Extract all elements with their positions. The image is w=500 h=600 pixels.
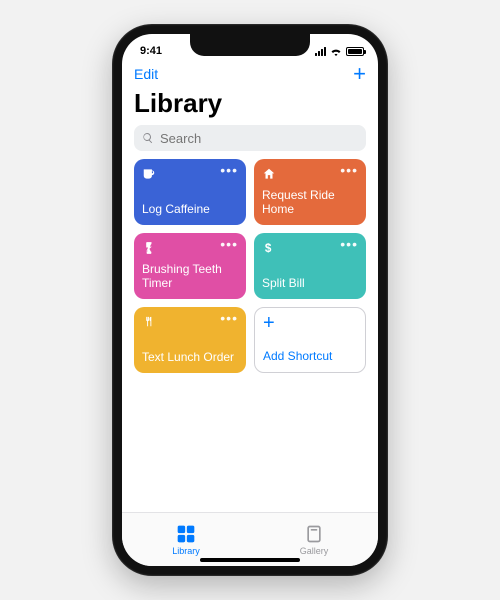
tile-label: Text Lunch Order bbox=[142, 351, 238, 365]
add-button[interactable]: + bbox=[353, 65, 366, 83]
tile-label: Split Bill bbox=[262, 277, 358, 291]
tab-gallery-label: Gallery bbox=[300, 546, 329, 556]
more-icon[interactable]: ••• bbox=[340, 241, 358, 247]
search-field[interactable] bbox=[134, 125, 366, 151]
more-icon[interactable]: ••• bbox=[220, 167, 238, 173]
cup-icon bbox=[142, 167, 156, 181]
nav-bar: Edit + bbox=[122, 62, 378, 86]
more-icon[interactable]: ••• bbox=[220, 241, 238, 247]
home-icon bbox=[262, 167, 276, 181]
plus-icon: + bbox=[263, 316, 275, 330]
shortcut-tile[interactable]: ••• Log Caffeine bbox=[134, 159, 246, 225]
shortcut-tile[interactable]: ••• Text Lunch Order bbox=[134, 307, 246, 373]
tile-label: Brushing Teeth Timer bbox=[142, 263, 238, 291]
timer-icon bbox=[142, 241, 156, 255]
library-tab-icon bbox=[176, 524, 196, 544]
page-title: Library bbox=[122, 86, 378, 125]
battery-icon bbox=[346, 47, 364, 56]
add-shortcut-tile[interactable]: + Add Shortcut bbox=[254, 307, 366, 373]
svg-text:$: $ bbox=[265, 242, 272, 255]
search-input[interactable] bbox=[160, 131, 358, 146]
more-icon[interactable]: ••• bbox=[220, 315, 238, 321]
gallery-tab-icon bbox=[304, 524, 324, 544]
status-time: 9:41 bbox=[140, 45, 162, 57]
dollar-icon: $ bbox=[262, 241, 276, 255]
wifi-icon bbox=[330, 47, 342, 56]
shortcut-tile[interactable]: ••• Brushing Teeth Timer bbox=[134, 233, 246, 299]
tab-library-label: Library bbox=[172, 546, 200, 556]
edit-button[interactable]: Edit bbox=[134, 66, 158, 82]
tile-label: Request Ride Home bbox=[262, 189, 358, 217]
cellular-signal-icon bbox=[315, 47, 326, 56]
search-icon bbox=[142, 132, 154, 144]
tile-label: Log Caffeine bbox=[142, 203, 238, 217]
home-indicator[interactable] bbox=[200, 558, 300, 562]
shortcut-tile[interactable]: $ ••• Split Bill bbox=[254, 233, 366, 299]
more-icon[interactable]: ••• bbox=[340, 167, 358, 173]
add-tile-label: Add Shortcut bbox=[263, 350, 357, 364]
shortcut-tile[interactable]: ••• Request Ride Home bbox=[254, 159, 366, 225]
utensils-icon bbox=[142, 315, 156, 329]
